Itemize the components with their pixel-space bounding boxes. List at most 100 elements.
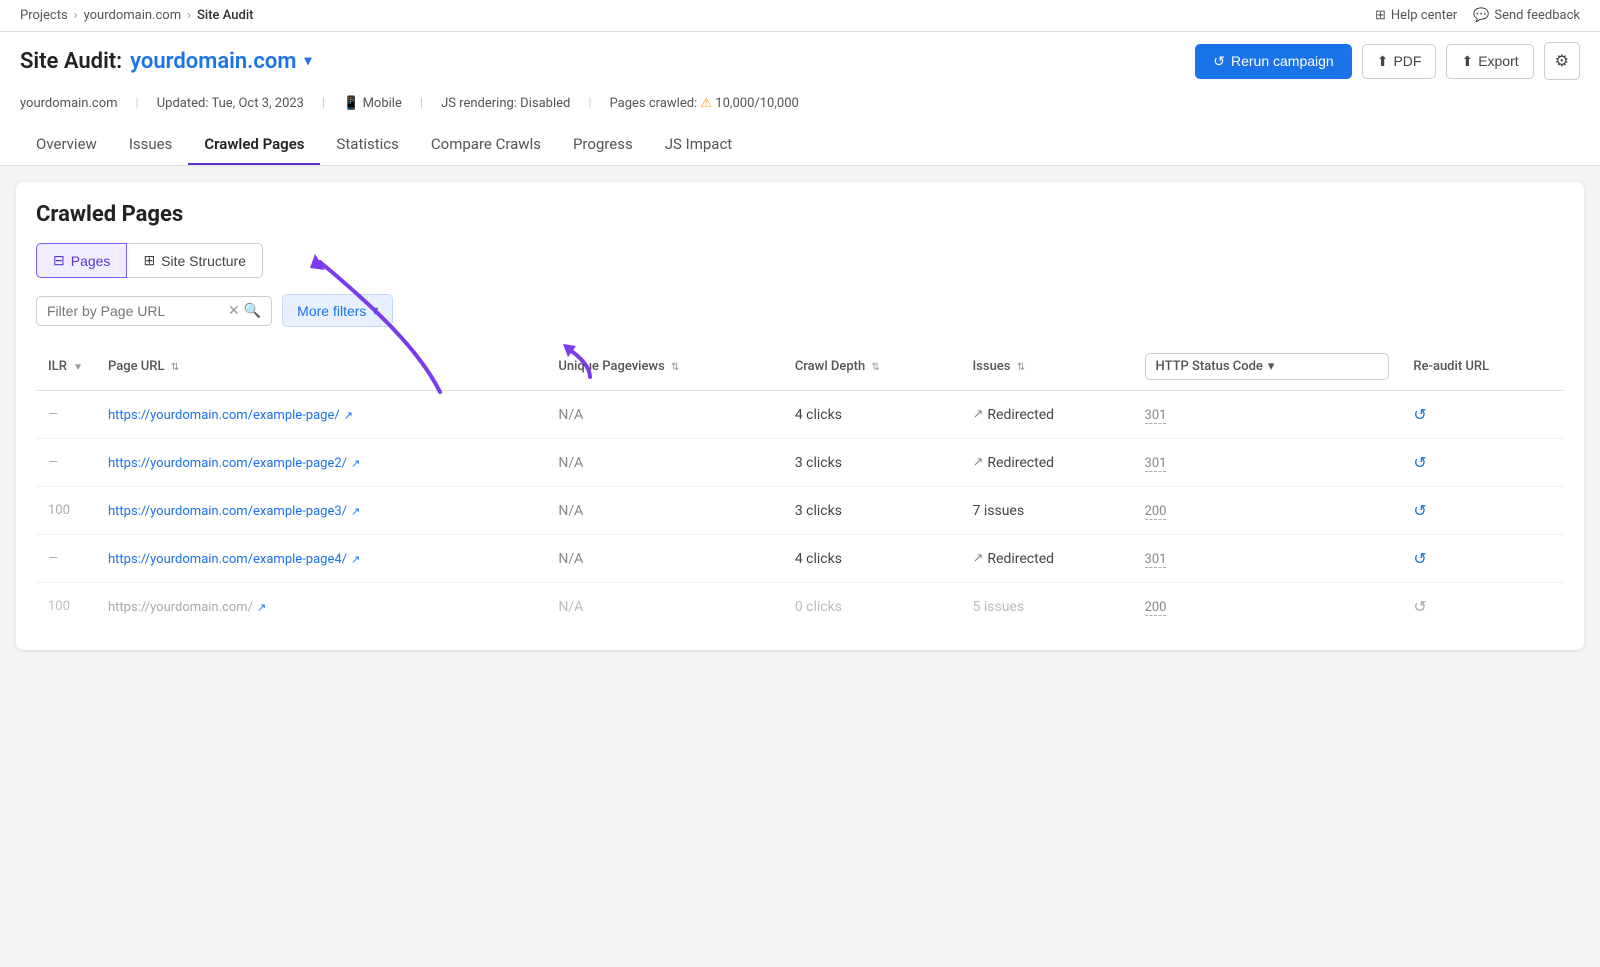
- site-audit-title: Site Audit: yourdomain.com ▾: [20, 49, 311, 74]
- status-code-value[interactable]: 301: [1145, 552, 1167, 568]
- status-code-value[interactable]: 200: [1145, 504, 1167, 520]
- table-row: —https://yourdomain.com/example-page2/↗N…: [36, 439, 1564, 487]
- domain-name[interactable]: yourdomain.com: [130, 49, 296, 74]
- view-tab-buttons: ⊟ Pages ⊞ Site Structure: [36, 243, 1564, 278]
- dropdown-chevron-icon: ▾: [1268, 359, 1275, 374]
- redirect-arrow-icon: ↗: [973, 407, 984, 422]
- warning-icon: ⚠: [700, 96, 712, 111]
- reaudit-url-button[interactable]: ↺: [1413, 549, 1426, 568]
- external-link-icon[interactable]: ↗: [344, 409, 353, 422]
- page-url-link[interactable]: https://yourdomain.com/: [108, 600, 253, 615]
- col-crawl-depth[interactable]: Crawl Depth ⇅: [783, 343, 961, 391]
- page-url-link[interactable]: https://yourdomain.com/example-page4/: [108, 552, 347, 567]
- table-row: 100 https://yourdomain.com/example-page3/…: [36, 487, 1564, 535]
- reaudit-url-button[interactable]: ↺: [1413, 597, 1426, 616]
- rerun-campaign-button[interactable]: ↺ Rerun campaign: [1195, 44, 1351, 79]
- reaudit-url-button[interactable]: ↺: [1413, 405, 1426, 424]
- pages-tab-button[interactable]: ⊟ Pages: [36, 243, 127, 278]
- cell-pageviews: N/A: [546, 535, 782, 583]
- cell-ilr: —: [36, 391, 96, 439]
- tab-issues[interactable]: Issues: [113, 125, 189, 165]
- site-structure-tab-button[interactable]: ⊞ Site Structure: [127, 243, 263, 278]
- col-page-url[interactable]: Page URL ⇅: [96, 343, 546, 391]
- header: Site Audit: yourdomain.com ▾ ↺ Rerun cam…: [0, 32, 1600, 166]
- page-url-link[interactable]: https://yourdomain.com/example-page/: [108, 408, 340, 423]
- external-link-icon[interactable]: ↗: [351, 457, 360, 470]
- meta-info: yourdomain.com | Updated: Tue, Oct 3, 20…: [20, 90, 1580, 121]
- pdf-button[interactable]: ⬆ PDF: [1362, 44, 1437, 79]
- issue-label: Redirected: [987, 551, 1054, 567]
- filter-input-wrap: ✕ 🔍: [36, 296, 272, 326]
- cell-status-code: 200: [1133, 487, 1402, 535]
- status-code-value[interactable]: 301: [1145, 456, 1167, 472]
- breadcrumb-projects[interactable]: Projects: [20, 8, 68, 23]
- tab-crawled-pages[interactable]: Crawled Pages: [188, 125, 320, 165]
- meta-updated: Updated: Tue, Oct 3, 2023: [157, 96, 304, 111]
- cell-pageviews: N/A: [546, 439, 782, 487]
- meta-js-rendering: JS rendering: Disabled: [441, 96, 570, 111]
- site-structure-icon: ⊞: [143, 252, 155, 269]
- tab-statistics[interactable]: Statistics: [320, 125, 414, 165]
- status-code-value[interactable]: 200: [1145, 600, 1167, 616]
- reaudit-url-button[interactable]: ↺: [1413, 501, 1426, 520]
- cell-status-code: 301: [1133, 391, 1402, 439]
- external-link-icon[interactable]: ↗: [351, 553, 360, 566]
- help-center-link[interactable]: ⊞ Help center: [1375, 8, 1457, 23]
- tab-compare-crawls[interactable]: Compare Crawls: [415, 125, 557, 165]
- cell-pageviews: N/A: [546, 583, 782, 631]
- cell-url: https://yourdomain.com/example-page4/ ↗: [96, 535, 546, 583]
- cell-reaudit: ↺: [1401, 583, 1564, 631]
- settings-button[interactable]: ⚙: [1544, 42, 1580, 80]
- site-audit-prefix: Site Audit:: [20, 49, 122, 74]
- help-icon: ⊞: [1375, 8, 1386, 23]
- col-pageviews[interactable]: Unique Pageviews ⇅: [546, 343, 782, 391]
- col-issues[interactable]: Issues ⇅: [961, 343, 1133, 391]
- table-body: — https://yourdomain.com/example-page/ ↗ N/…: [36, 391, 1564, 631]
- search-icon[interactable]: 🔍: [244, 303, 261, 319]
- breadcrumb-domain[interactable]: yourdomain.com: [84, 8, 182, 23]
- tab-overview[interactable]: Overview: [20, 125, 113, 165]
- col-ilr[interactable]: ILR ▼: [36, 343, 96, 391]
- cell-issues: ↗Redirected: [961, 535, 1133, 583]
- page-url-link[interactable]: https://yourdomain.com/example-page3/: [108, 504, 347, 519]
- feedback-icon: 💬: [1473, 8, 1489, 23]
- gear-icon: ⚙: [1555, 53, 1569, 70]
- url-sort-icon: ⇅: [171, 362, 179, 373]
- breadcrumb: Projects › yourdomain.com › Site Audit: [20, 8, 253, 23]
- cell-crawl-depth: 4 clicks: [783, 535, 961, 583]
- table-header: ILR ▼ Page URL ⇅ Unique Pageviews ⇅ Craw…: [36, 343, 1564, 391]
- send-feedback-link[interactable]: 💬 Send feedback: [1473, 8, 1580, 23]
- reaudit-url-button[interactable]: ↺: [1413, 453, 1426, 472]
- status-code-value[interactable]: 301: [1145, 408, 1167, 424]
- page-heading: Crawled Pages: [36, 202, 1564, 227]
- page-url-link[interactable]: https://yourdomain.com/example-page2/: [108, 456, 347, 471]
- clear-filter-icon[interactable]: ✕: [228, 303, 240, 319]
- cell-ilr: 100: [36, 487, 96, 535]
- rerun-icon: ↺: [1213, 53, 1225, 70]
- depth-sort-icon: ⇅: [871, 362, 879, 373]
- external-link-icon[interactable]: ↗: [351, 505, 360, 518]
- tab-js-impact[interactable]: JS Impact: [649, 125, 748, 165]
- breadcrumb-current: Site Audit: [197, 8, 253, 23]
- tab-progress[interactable]: Progress: [557, 125, 649, 165]
- domain-chevron-icon[interactable]: ▾: [304, 53, 311, 69]
- export-button[interactable]: ⬆ Export: [1446, 44, 1533, 79]
- more-filters-button[interactable]: More filters ▾: [282, 294, 393, 327]
- nav-tabs: Overview Issues Crawled Pages Statistics…: [20, 125, 1580, 165]
- main-content: Crawled Pages ⊟ Pages ⊞ Site Structure ✕…: [16, 182, 1584, 650]
- cell-url: https://yourdomain.com/ ↗: [96, 583, 546, 631]
- table-row: —https://yourdomain.com/example-page4/↗N…: [36, 535, 1564, 583]
- col-http-status[interactable]: HTTP Status Code ▾: [1133, 343, 1402, 391]
- cell-reaudit: ↺: [1401, 391, 1564, 439]
- issue-label: Redirected: [987, 455, 1054, 471]
- filter-url-input[interactable]: [47, 303, 228, 319]
- cell-reaudit: ↺: [1401, 535, 1564, 583]
- cell-pageviews: N/A: [546, 487, 782, 535]
- http-status-dropdown[interactable]: HTTP Status Code ▾: [1145, 353, 1390, 380]
- cell-issues: 5 issues: [961, 583, 1133, 631]
- table-wrap: ILR ▼ Page URL ⇅ Unique Pageviews ⇅ Craw…: [36, 343, 1564, 630]
- external-link-icon[interactable]: ↗: [257, 601, 266, 614]
- cell-issues: 7 issues: [961, 487, 1133, 535]
- redirect-arrow-icon: ↗: [973, 551, 984, 566]
- pages-icon: ⊟: [53, 252, 65, 269]
